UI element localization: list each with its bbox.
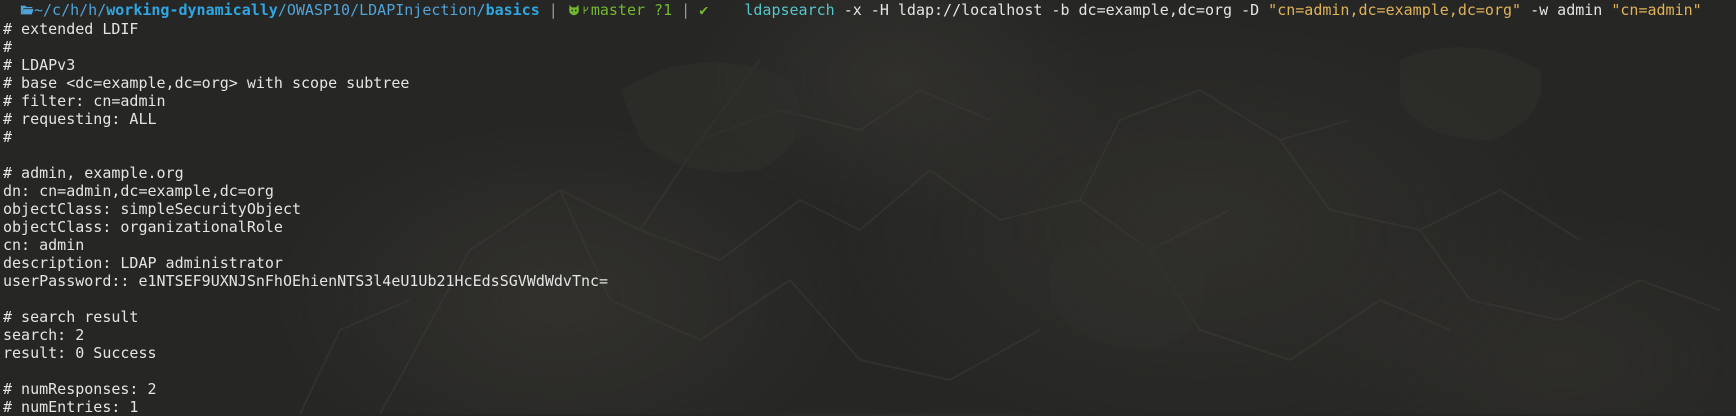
output-line: # requesting: ALL (3, 110, 157, 128)
output-line: # LDAPv3 (3, 56, 76, 74)
output-line: # filter: cn=admin (3, 92, 166, 110)
output-line: # (3, 38, 13, 56)
prompt-separator: | (548, 1, 558, 19)
command-bind-dn: "cn=admin,dc=example,dc=org" (1268, 1, 1522, 19)
output-line: # (3, 128, 13, 146)
check-icon: ✔ (699, 1, 709, 19)
path-middle: /OWASP10/LDAPInjection/ (277, 1, 486, 19)
path-prefix: ~/c/h/h/ (34, 1, 107, 19)
output-line: # base <dc=example,dc=org> with scope su… (3, 74, 410, 92)
path-repo: working-dynamically (106, 1, 278, 19)
output-line: description: LDAP administrator (3, 254, 283, 272)
git-branch-status: master ?1 (590, 1, 673, 19)
output-line: objectClass: organizationalRole (3, 218, 283, 236)
shell-prompt: ~/c/h/h/working-dynamically/OWASP10/LDAP… (3, 0, 1733, 20)
output-line: userPassword:: e1NTSEF9UXNJSnFhOEhienNTS… (3, 272, 609, 290)
output-line: result: 0 Success (3, 344, 157, 362)
path-current-dir: basics (485, 1, 540, 19)
prompt-separator-2: | (681, 1, 691, 19)
output-line: # extended LDIF (3, 20, 139, 38)
output-line: dn: cn=admin,dc=example,dc=org (3, 182, 274, 200)
command-filter: "cn=admin" (1611, 1, 1702, 19)
output-line: cn: admin (3, 236, 85, 254)
command-args-2: -w admin (1521, 1, 1612, 19)
command-program: ldapsearch (744, 1, 835, 19)
github-cat-icon (568, 4, 579, 16)
command-args-1: -x -H ldap://localhost -b dc=example,dc=… (834, 1, 1269, 19)
output-line: # search result (3, 308, 139, 326)
output-line: search: 2 (3, 326, 85, 344)
output-line: # numEntries: 1 (3, 398, 139, 416)
output-line: # numResponses: 2 (3, 380, 157, 398)
terminal-window[interactable]: ~/c/h/h/working-dynamically/OWASP10/LDAP… (3, 0, 1733, 416)
folder-open-icon (20, 5, 34, 15)
output-line: objectClass: simpleSecurityObject (3, 200, 302, 218)
output-line: # admin, example.org (3, 164, 184, 182)
git-branch-icon (583, 6, 589, 14)
